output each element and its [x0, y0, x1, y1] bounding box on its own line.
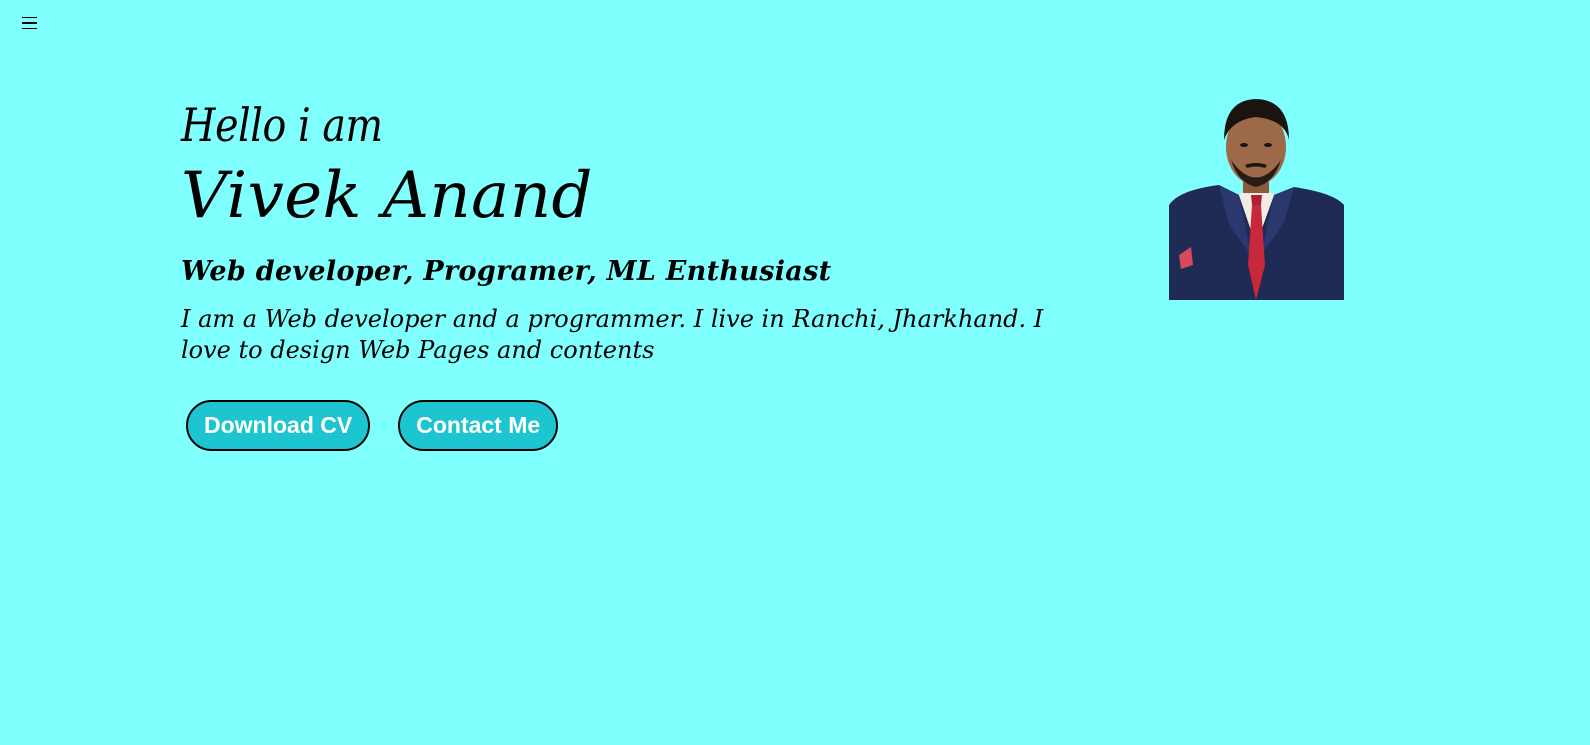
hero-section: Hello i am Vivek Anand Web developer, Pr…	[181, 88, 1081, 451]
download-cv-button[interactable]: Download CV	[186, 400, 371, 451]
menu-bar	[22, 27, 37, 30]
menu-bar	[22, 16, 37, 19]
menu-bar	[22, 22, 37, 24]
hero-actions: Download CV Contact Me	[186, 400, 1081, 451]
hamburger-menu-icon[interactable]	[22, 14, 40, 32]
profile-photo	[1169, 95, 1344, 300]
roles-subtitle: Web developer, Programer, ML Enthusiast	[181, 256, 832, 287]
bio-text: I am a Web developer and a programmer. I…	[181, 305, 1044, 364]
contact-me-button[interactable]: Contact Me	[398, 400, 559, 451]
greeting-text: Hello i am	[181, 98, 383, 152]
profile-name: Vivek Anand	[181, 159, 593, 233]
